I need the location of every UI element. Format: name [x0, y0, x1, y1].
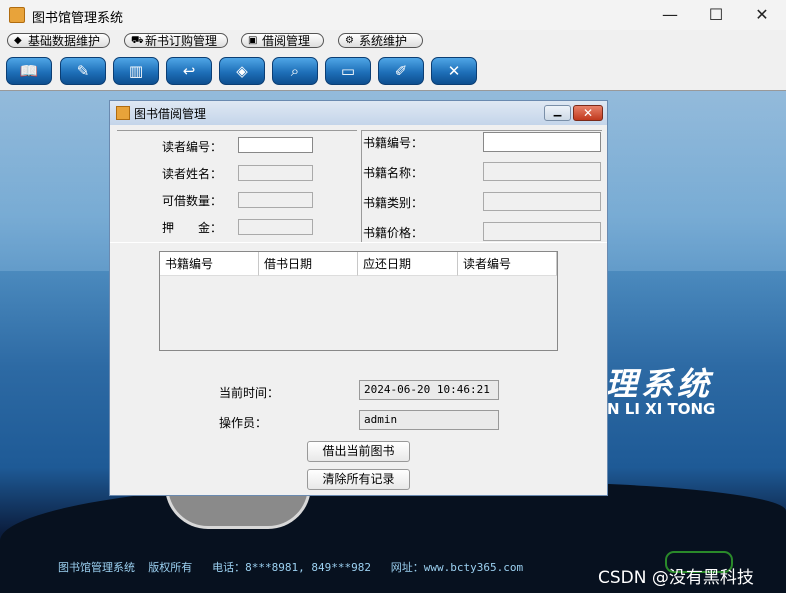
- current-time-field: 2024-06-20 10:46:21: [359, 380, 499, 400]
- menu-label: 基础数据维护: [28, 34, 101, 48]
- deposit-label: 押 金：: [162, 221, 223, 235]
- reader-name-field: [238, 165, 313, 181]
- panel-separator: [110, 242, 607, 243]
- deposit-field: [238, 219, 313, 235]
- book-price-label: 书籍价格：: [363, 226, 424, 240]
- operator-label: 操作员：: [219, 416, 268, 430]
- background-system-title: 理系统: [605, 365, 714, 403]
- menu-basic-data[interactable]: ◆ 基础数据维护: [7, 33, 110, 48]
- menu-label: 借阅管理: [262, 34, 311, 48]
- exit-icon: ✕: [447, 62, 461, 80]
- csdn-watermark: CSDN @没有黑科技: [598, 568, 754, 588]
- cube-icon: ◆: [14, 35, 22, 46]
- toolbar-exit-button[interactable]: ✕: [431, 57, 477, 85]
- menu-borrow-management[interactable]: ▣ 借阅管理: [241, 33, 324, 48]
- java-app-icon: [116, 106, 130, 120]
- borrow-records-table[interactable]: 书籍编号 借书日期 应还日期 读者编号: [159, 251, 558, 351]
- borrow-management-dialog: 图书借阅管理 ▁ ✕ 读者编号： 读者姓名： 可借数量： 押 金： 书籍编号： …: [109, 100, 608, 496]
- operator-field: admin: [359, 410, 499, 430]
- edit-book-icon: ✎: [76, 62, 90, 80]
- book-id-label: 书籍编号：: [363, 136, 424, 150]
- book-icon: 📖: [19, 62, 39, 80]
- clear-records-button[interactable]: 清除所有记录: [307, 469, 410, 490]
- close-button[interactable]: ✕: [739, 0, 785, 30]
- book-type-field: [483, 192, 601, 211]
- minimize-button[interactable]: —: [647, 0, 693, 30]
- reader-name-label: 读者姓名：: [162, 167, 223, 181]
- cart-icon: ⛟: [131, 35, 144, 46]
- borrow-quota-field: [238, 192, 313, 208]
- column-header-borrow-date[interactable]: 借书日期: [259, 252, 358, 276]
- toolbar-books-button[interactable]: ▥: [113, 57, 159, 85]
- reader-id-label: 读者编号：: [162, 140, 223, 154]
- return-book-icon: ↩: [182, 62, 196, 80]
- book-panel-border: [362, 130, 602, 131]
- book-price-field: [483, 222, 601, 241]
- menu-bar: ◆ 基础数据维护 ⛟ 新书订购管理 ▣ 借阅管理 ⚙ 系统维护: [0, 30, 786, 52]
- book-type-label: 书籍类别：: [363, 196, 424, 210]
- maximize-button[interactable]: ☐: [693, 0, 739, 30]
- column-header-due-date[interactable]: 应还日期: [358, 252, 458, 276]
- column-header-book-id[interactable]: 书籍编号: [160, 252, 259, 276]
- lock-icon: ▣: [248, 35, 258, 46]
- menu-system-maintenance[interactable]: ⚙ 系统维护: [338, 33, 423, 48]
- toolbar-search-button[interactable]: ⌕: [272, 57, 318, 85]
- menu-label: 系统维护: [359, 34, 408, 48]
- toolbar: 📖 ✎ ▥ ↩ ◈ ⌕ ▭ ✐ ✕: [0, 52, 786, 91]
- footer-copyright: 图书馆管理系统 版权所有 电话：8***8981, 849***982 网址：w…: [58, 561, 524, 574]
- column-header-reader-id[interactable]: 读者编号: [458, 252, 557, 276]
- panel-divider: [361, 130, 362, 243]
- window-title: 图书馆管理系统: [32, 11, 124, 26]
- borrow-book-button[interactable]: 借出当前图书: [307, 441, 410, 462]
- box-icon: ◈: [236, 62, 248, 80]
- reader-panel-border: [117, 130, 357, 131]
- menu-new-book-order[interactable]: ⛟ 新书订购管理: [124, 33, 228, 48]
- toolbar-return-button[interactable]: ↩: [166, 57, 212, 85]
- toolbar-book-button[interactable]: 📖: [6, 57, 52, 85]
- dialog-titlebar[interactable]: 图书借阅管理 ▁ ✕: [110, 101, 607, 125]
- toolbar-monitor-button[interactable]: ▭: [325, 57, 371, 85]
- current-time-label: 当前时间：: [219, 386, 280, 400]
- reader-id-input[interactable]: [238, 137, 313, 153]
- books-icon: ▥: [128, 62, 144, 80]
- monitor-icon: ▭: [340, 62, 356, 80]
- window-titlebar: 图书馆管理系统 — ☐ ✕: [0, 0, 786, 30]
- book-name-label: 书籍名称：: [363, 166, 424, 180]
- toolbar-box-button[interactable]: ◈: [219, 57, 265, 85]
- menu-label: 新书订购管理: [145, 34, 218, 48]
- java-app-icon: [9, 7, 25, 23]
- background-system-subtitle: N LI XI TONG: [607, 400, 716, 418]
- gears-icon: ⚙: [345, 35, 354, 46]
- book-name-field: [483, 162, 601, 181]
- toolbar-edit-book-button[interactable]: ✎: [60, 57, 106, 85]
- book-id-input[interactable]: [483, 132, 601, 152]
- edit-form-icon: ✐: [394, 62, 408, 80]
- search-icon: ⌕: [290, 62, 300, 80]
- dialog-close-button[interactable]: ✕: [573, 105, 603, 121]
- toolbar-edit-form-button[interactable]: ✐: [378, 57, 424, 85]
- dialog-minimize-button[interactable]: ▁: [544, 105, 571, 121]
- dialog-title: 图书借阅管理: [134, 107, 207, 121]
- borrow-quota-label: 可借数量：: [162, 194, 223, 208]
